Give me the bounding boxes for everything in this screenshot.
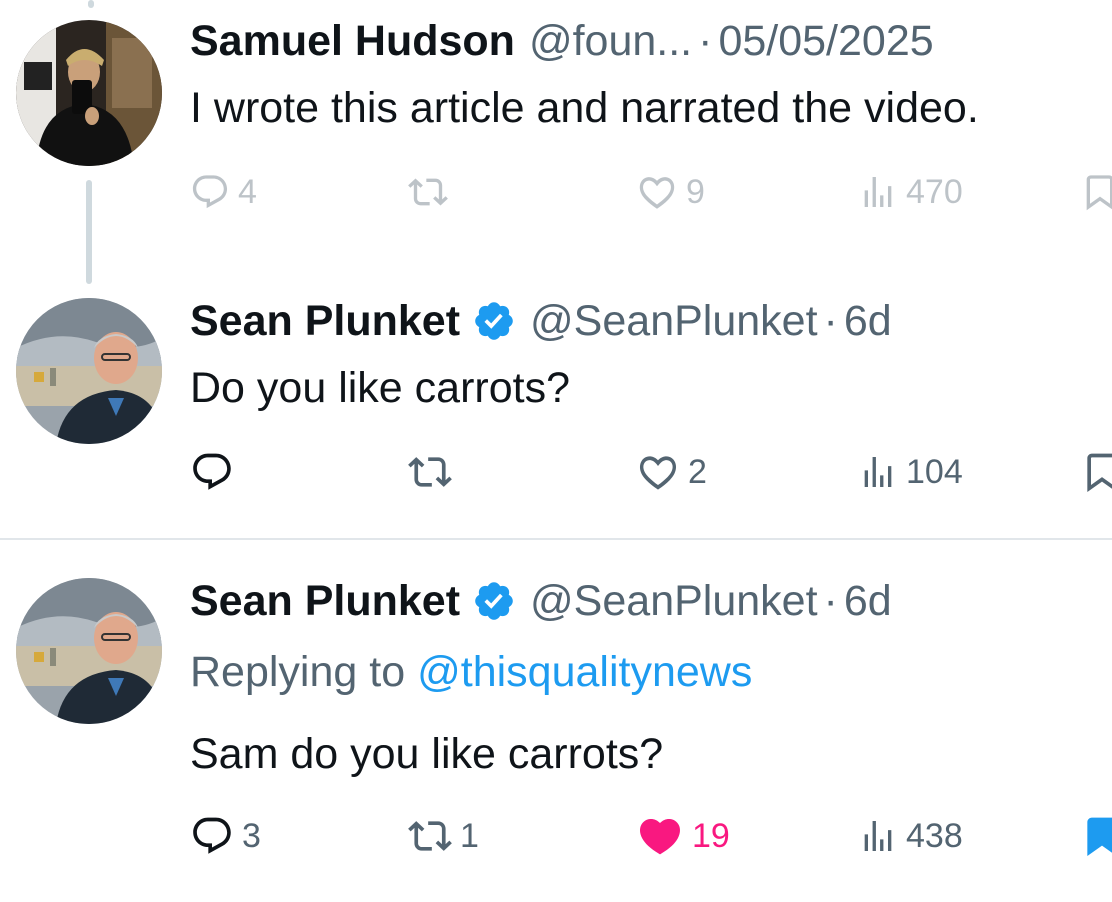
heart-filled-icon bbox=[639, 819, 681, 855]
reply-icon bbox=[193, 817, 231, 854]
bookmark-button[interactable] bbox=[1080, 162, 1112, 222]
reply-button[interactable] bbox=[190, 442, 242, 502]
timestamp[interactable]: 6d bbox=[844, 575, 892, 627]
reply-count: 4 bbox=[238, 172, 257, 211]
reply-count: 3 bbox=[242, 816, 261, 855]
bookmark-icon bbox=[1086, 175, 1112, 211]
user-handle[interactable]: @SeanPlunket bbox=[530, 295, 818, 347]
like-count: 2 bbox=[688, 452, 707, 491]
like-count: 9 bbox=[686, 172, 705, 211]
views-button[interactable]: 470 bbox=[858, 162, 963, 222]
views-count: 470 bbox=[906, 172, 963, 211]
views-button[interactable]: 438 bbox=[858, 806, 963, 866]
retweet-count: 1 bbox=[460, 816, 479, 855]
bookmark-button[interactable] bbox=[1080, 442, 1112, 502]
replying-to-mention[interactable]: @thisqualitynews bbox=[417, 648, 752, 696]
views-icon bbox=[864, 457, 892, 487]
avatar[interactable] bbox=[16, 578, 162, 724]
bookmark-button[interactable] bbox=[1080, 806, 1112, 866]
reply-button[interactable]: 3 bbox=[190, 806, 261, 866]
tweet-text: Do you like carrots? bbox=[190, 364, 570, 412]
heart-icon bbox=[639, 177, 675, 209]
separator-dot: · bbox=[823, 577, 838, 625]
display-name[interactable]: Samuel Hudson bbox=[190, 15, 515, 67]
retweet-icon bbox=[408, 821, 452, 851]
tweet-header: Samuel Hudson @foun... · 05/05/2025 bbox=[190, 15, 934, 67]
action-bar: 2 104 bbox=[0, 442, 1112, 502]
user-handle[interactable]: @foun... bbox=[529, 15, 692, 67]
reply-button[interactable]: 4 bbox=[190, 162, 257, 222]
like-button[interactable]: 19 bbox=[636, 806, 730, 866]
retweet-button[interactable] bbox=[408, 442, 460, 502]
tweet-sean-plunket-2[interactable]: Sean Plunket @SeanPlunket · 6d Replying … bbox=[0, 560, 1112, 902]
separator-dot: · bbox=[823, 297, 838, 345]
tweet-header: Sean Plunket @SeanPlunket · 6d bbox=[190, 575, 892, 627]
action-bar: 3 1 19 438 bbox=[0, 806, 1112, 866]
avatar[interactable] bbox=[16, 20, 162, 166]
replying-to-line: Replying to @thisqualitynews bbox=[190, 646, 752, 698]
like-button[interactable]: 2 bbox=[636, 442, 707, 502]
retweet-icon bbox=[408, 457, 452, 487]
tweet-text: I wrote this article and narrated the vi… bbox=[190, 84, 979, 132]
bookmark-icon bbox=[1087, 453, 1112, 493]
retweet-button[interactable]: 1 bbox=[408, 806, 479, 866]
divider bbox=[0, 538, 1112, 540]
verified-badge-icon bbox=[472, 579, 516, 623]
reply-thread: Samuel Hudson @foun... · 05/05/2025 I wr… bbox=[0, 0, 1112, 902]
separator-dot: · bbox=[698, 17, 713, 65]
tweet-header: Sean Plunket @SeanPlunket · 6d bbox=[190, 295, 892, 347]
timestamp[interactable]: 6d bbox=[844, 295, 892, 347]
display-name[interactable]: Sean Plunket bbox=[190, 575, 460, 627]
timestamp[interactable]: 05/05/2025 bbox=[718, 15, 933, 67]
verified-badge-icon bbox=[472, 299, 516, 343]
views-count: 438 bbox=[906, 816, 963, 855]
like-button[interactable]: 9 bbox=[636, 162, 705, 222]
tweet-sean-plunket-1[interactable]: Sean Plunket @SeanPlunket · 6d Do you li… bbox=[0, 280, 1112, 538]
retweet-button[interactable] bbox=[408, 162, 456, 222]
tweet-text: Sam do you like carrots? bbox=[190, 730, 664, 778]
views-icon bbox=[864, 821, 892, 851]
replying-to-label: Replying to bbox=[190, 648, 406, 696]
views-icon bbox=[864, 177, 892, 207]
bookmark-filled-icon bbox=[1087, 817, 1112, 857]
display-name[interactable]: Sean Plunket bbox=[190, 295, 460, 347]
heart-icon bbox=[639, 456, 677, 490]
tweet-samuel-hudson[interactable]: Samuel Hudson @foun... · 05/05/2025 I wr… bbox=[0, 0, 1112, 260]
like-count: 19 bbox=[692, 816, 730, 855]
action-bar: 4 9 470 bbox=[0, 162, 1112, 222]
views-button[interactable]: 104 bbox=[858, 442, 963, 502]
avatar[interactable] bbox=[16, 298, 162, 444]
reply-icon bbox=[193, 453, 231, 490]
user-handle[interactable]: @SeanPlunket bbox=[530, 575, 818, 627]
views-count: 104 bbox=[906, 452, 963, 491]
retweet-icon bbox=[408, 178, 448, 206]
reply-icon bbox=[192, 175, 228, 209]
